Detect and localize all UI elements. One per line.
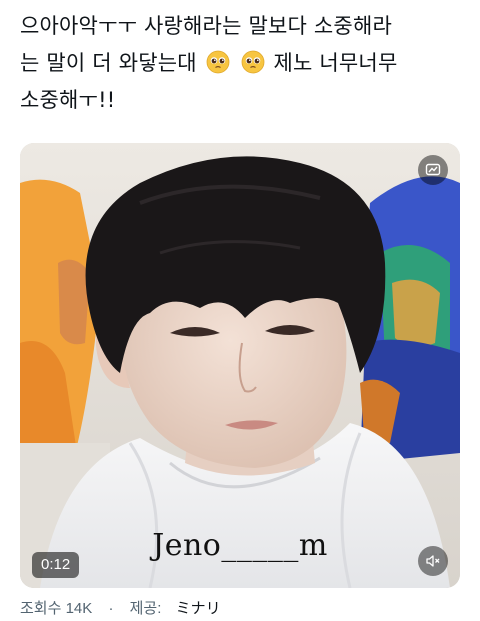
- speaker-muted-icon: [426, 555, 440, 567]
- video-frame: [20, 143, 460, 588]
- source-link[interactable]: ミナリ: [176, 600, 221, 617]
- views-label: 조회수: [20, 600, 62, 617]
- meta-separator: ·: [108, 600, 114, 617]
- views-count: 14K: [65, 600, 93, 617]
- tweet-text-segment: 제노 너무너무: [273, 51, 398, 75]
- video-player[interactable]: Jeno_____m 0:12: [20, 143, 460, 588]
- pleading-face-emoji-icon: [206, 50, 230, 74]
- tweet-text-line-2: 는 말이 더 와닿는대 제노 너무너무: [20, 45, 460, 82]
- tweet-text-line-1: 으아아악ㅜㅜ 사랑해라는 말보다 소중해라: [20, 14, 392, 38]
- tweet-text: 으아아악ㅜㅜ 사랑해라는 말보다 소중해라 는 말이 더 와닿는대 제노 너무너…: [20, 8, 460, 119]
- tweet-text-line-3: 소중해ㅜ!!: [20, 88, 116, 112]
- video-duration-badge: 0:12: [32, 552, 80, 578]
- alt-text-icon: [425, 163, 441, 176]
- alt-text-badge[interactable]: [418, 155, 448, 185]
- tweet-text-segment: 는 말이 더 와닿는대: [20, 51, 197, 75]
- source-label: 제공:: [129, 600, 162, 617]
- video-caption: Jeno_____m: [152, 528, 328, 563]
- tweet-meta: 조회수 14K · 제공: ミナリ: [20, 597, 221, 618]
- pleading-face-emoji-icon: [241, 50, 264, 74]
- mute-button[interactable]: [418, 546, 448, 576]
